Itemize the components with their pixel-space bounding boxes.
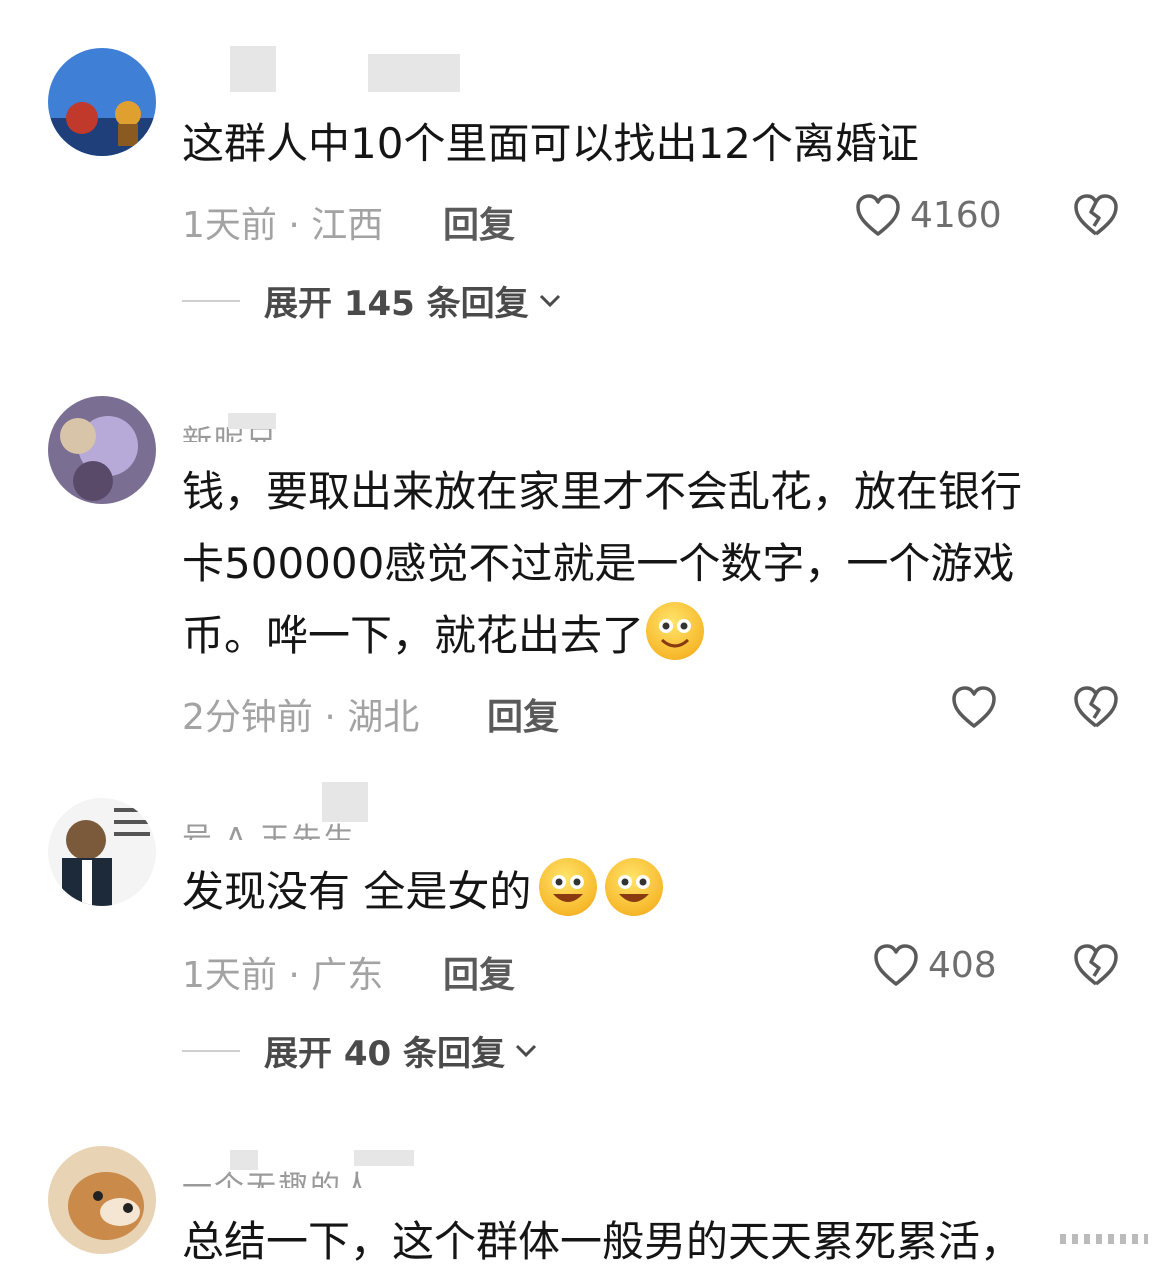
redacted-name	[368, 54, 460, 92]
reply-button[interactable]: 回复	[443, 196, 515, 248]
chevron-down-icon	[539, 294, 560, 307]
expand-replies-label: 展开 145 条回复	[264, 284, 529, 324]
like-button[interactable]: 4160	[854, 192, 1002, 238]
smile-emoji-icon	[605, 858, 664, 916]
comment-time: 1天前	[182, 205, 277, 246]
dislike-button[interactable]	[1072, 192, 1120, 238]
avatar[interactable]	[48, 396, 156, 504]
comment-text-line: 币。哗一下，就花出去了	[182, 600, 1112, 672]
comment-text: 发现没有 全是女的	[182, 856, 1112, 928]
broken-heart-icon	[1074, 194, 1118, 236]
watermark	[1060, 1234, 1148, 1244]
comment-location: 广东	[311, 955, 384, 996]
expand-replies-label: 展开 40 条回复	[264, 1034, 505, 1074]
like-button[interactable]: 408	[872, 942, 997, 988]
reply-button[interactable]: 回复	[487, 688, 559, 740]
comment-meta: 1天前 · 广东	[182, 955, 384, 996]
redacted-name	[228, 413, 276, 429]
comment-meta: 1天前 · 江西	[182, 205, 384, 246]
username[interactable]: 一个无趣的人	[182, 1166, 374, 1188]
like-button[interactable]	[950, 684, 998, 730]
broken-heart-icon	[1074, 686, 1118, 728]
reply-button[interactable]: 回复	[443, 946, 515, 998]
comment-text: 总结一下，这个群体一般男的天天累死累活，	[182, 1217, 1023, 1266]
like-count: 408	[928, 944, 997, 986]
comment-text: 钱，要取出来放在家里才不会乱花，放在银行 卡500000感觉不过就是一个数字，一…	[182, 456, 1112, 672]
comment-text-line: 钱，要取出来放在家里才不会乱花，放在银行	[182, 467, 1023, 516]
comment-text: 这群人中10个里面可以找出12个离婚证	[182, 119, 919, 168]
avatar[interactable]	[48, 1146, 156, 1254]
expand-replies-button[interactable]: 展开 40 条回复	[182, 1026, 537, 1075]
redacted-name	[354, 1150, 414, 1166]
comment-time: 1天前	[182, 955, 277, 996]
comment-meta: 2分钟前 · 湖北	[182, 697, 420, 738]
redacted-name	[322, 782, 368, 822]
broken-heart-icon	[1074, 944, 1118, 986]
heart-outline-icon	[856, 194, 900, 236]
smile-emoji-icon	[646, 602, 705, 660]
avatar[interactable]	[48, 798, 156, 906]
divider	[182, 299, 240, 302]
like-count: 4160	[910, 194, 1002, 236]
expand-replies-button[interactable]: 展开 145 条回复	[182, 276, 561, 325]
smile-emoji-icon	[539, 858, 598, 916]
redacted-name	[230, 46, 276, 92]
comment-text-line: 卡500000感觉不过就是一个数字，一个游戏	[182, 539, 1015, 588]
comment-time: 2分钟前	[182, 697, 313, 738]
avatar[interactable]	[48, 48, 156, 156]
heart-outline-icon	[874, 944, 918, 986]
comment-location: 江西	[311, 205, 384, 246]
heart-outline-icon	[952, 686, 996, 728]
divider	[182, 1049, 240, 1052]
dislike-button[interactable]	[1072, 942, 1120, 988]
dislike-button[interactable]	[1072, 684, 1120, 730]
chevron-down-icon	[515, 1044, 537, 1057]
comment-location: 湖北	[347, 697, 420, 738]
redacted-name	[230, 1150, 258, 1170]
